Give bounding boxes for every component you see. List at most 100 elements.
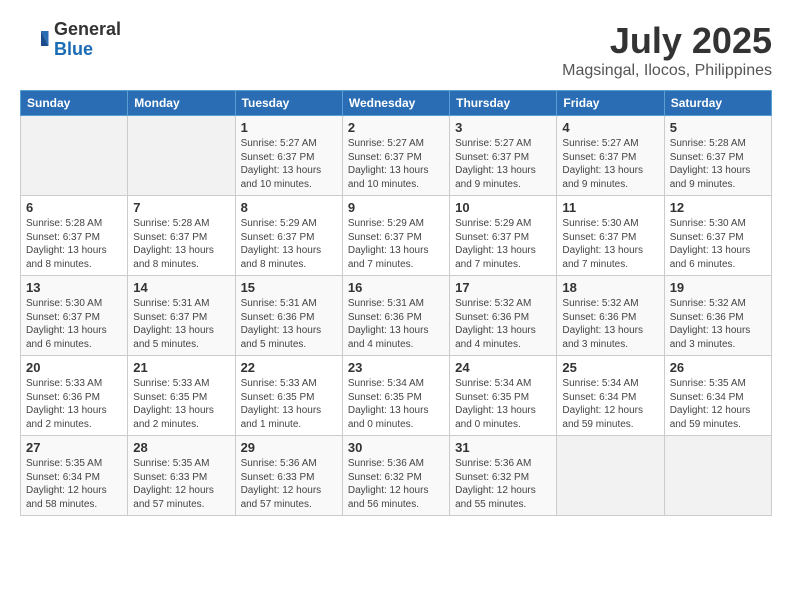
calendar-day-cell: 29 Sunrise: 5:36 AM Sunset: 6:33 PM Dayli… <box>235 436 342 516</box>
day-number: 9 <box>348 200 444 215</box>
day-number: 6 <box>26 200 122 215</box>
day-number: 11 <box>562 200 658 215</box>
calendar-day-cell: 25Sunrise: 5:34 AM Sunset: 6:34 PM Dayli… <box>557 356 664 436</box>
calendar-day-cell: 7 Sunrise: 5:28 AM Sunset: 6:37 PM Daylig… <box>128 196 235 276</box>
calendar-day-cell: 18 Sunrise: 5:32 AM Sunset: 6:36 PM Dayli… <box>557 276 664 356</box>
day-number: 31 <box>455 440 551 455</box>
calendar-day-cell: 10 Sunrise: 5:29 AM Sunset: 6:37 PM Dayli… <box>450 196 557 276</box>
day-info: Sunrise: 5:29 AM Sunset: 6:37 PM Dayligh… <box>241 217 337 271</box>
logo-icon <box>20 25 50 55</box>
day-info: Sunrise: 5:31 AM Sunset: 6:37 PM Dayligh… <box>133 297 229 351</box>
day-number: 7 <box>133 200 229 215</box>
day-info: Sunrise: 5:30 AM Sunset: 6:37 PM Dayligh… <box>26 297 122 351</box>
day-info: Sunrise: 5:27 AM Sunset: 6:37 PM Dayligh… <box>348 137 444 191</box>
day-info: Sunrise: 5:35 AM Sunset: 6:34 PM Dayligh… <box>670 377 766 431</box>
day-info: Sunrise: 5:34 AM Sunset: 6:35 PM Dayligh… <box>455 377 551 431</box>
calendar-day-cell: 17Sunrise: 5:32 AM Sunset: 6:36 PM Dayli… <box>450 276 557 356</box>
page-header: General Blue July 2025 Magsingal, Ilocos… <box>20 20 772 80</box>
day-info: Sunrise: 5:27 AM Sunset: 6:37 PM Dayligh… <box>562 137 658 191</box>
day-info: Sunrise: 5:33 AM Sunset: 6:36 PM Dayligh… <box>26 377 122 431</box>
day-info: Sunrise: 5:28 AM Sunset: 6:37 PM Dayligh… <box>670 137 766 191</box>
calendar-day-cell: 3 Sunrise: 5:27 AM Sunset: 6:37 PM Daylig… <box>450 116 557 196</box>
day-number: 19 <box>670 280 766 295</box>
calendar-day-cell: 22Sunrise: 5:33 AM Sunset: 6:35 PM Dayli… <box>235 356 342 436</box>
day-number: 4 <box>562 120 658 135</box>
logo: General Blue <box>20 20 121 60</box>
day-info: Sunrise: 5:32 AM Sunset: 6:36 PM Dayligh… <box>670 297 766 351</box>
day-info: Sunrise: 5:34 AM Sunset: 6:34 PM Dayligh… <box>562 377 658 431</box>
day-info: Sunrise: 5:29 AM Sunset: 6:37 PM Dayligh… <box>348 217 444 271</box>
day-info: Sunrise: 5:30 AM Sunset: 6:37 PM Dayligh… <box>562 217 658 271</box>
day-info: Sunrise: 5:28 AM Sunset: 6:37 PM Dayligh… <box>133 217 229 271</box>
day-number: 18 <box>562 280 658 295</box>
day-number: 23 <box>348 360 444 375</box>
calendar-day-cell: 28 Sunrise: 5:35 AM Sunset: 6:33 PM Dayli… <box>128 436 235 516</box>
calendar-day-cell: 16Sunrise: 5:31 AM Sunset: 6:36 PM Dayli… <box>342 276 449 356</box>
location: Magsingal, Ilocos, Philippines <box>562 62 772 80</box>
day-number: 28 <box>133 440 229 455</box>
day-info: Sunrise: 5:29 AM Sunset: 6:37 PM Dayligh… <box>455 217 551 271</box>
calendar-day-cell <box>21 116 128 196</box>
calendar-day-cell: 27Sunrise: 5:35 AM Sunset: 6:34 PM Dayli… <box>21 436 128 516</box>
day-number: 20 <box>26 360 122 375</box>
calendar-day-cell: 31 Sunrise: 5:36 AM Sunset: 6:32 PM Dayli… <box>450 436 557 516</box>
logo-general: General <box>54 19 121 39</box>
day-info: Sunrise: 5:28 AM Sunset: 6:37 PM Dayligh… <box>26 217 122 271</box>
calendar-day-cell: 24 Sunrise: 5:34 AM Sunset: 6:35 PM Dayli… <box>450 356 557 436</box>
calendar-week-row: 13 Sunrise: 5:30 AM Sunset: 6:37 PM Dayli… <box>21 276 772 356</box>
day-info: Sunrise: 5:36 AM Sunset: 6:32 PM Dayligh… <box>455 457 551 511</box>
calendar-day-cell <box>664 436 771 516</box>
calendar-day-cell: 30Sunrise: 5:36 AM Sunset: 6:32 PM Dayli… <box>342 436 449 516</box>
day-number: 12 <box>670 200 766 215</box>
day-info: Sunrise: 5:32 AM Sunset: 6:36 PM Dayligh… <box>562 297 658 351</box>
weekday-header: Thursday <box>450 91 557 116</box>
day-number: 22 <box>241 360 337 375</box>
weekday-header: Wednesday <box>342 91 449 116</box>
calendar-day-cell: 26 Sunrise: 5:35 AM Sunset: 6:34 PM Dayli… <box>664 356 771 436</box>
calendar-day-cell: 5 Sunrise: 5:28 AM Sunset: 6:37 PM Daylig… <box>664 116 771 196</box>
calendar-week-row: 20 Sunrise: 5:33 AM Sunset: 6:36 PM Dayli… <box>21 356 772 436</box>
day-number: 21 <box>133 360 229 375</box>
calendar-week-row: 1 Sunrise: 5:27 AM Sunset: 6:37 PM Daylig… <box>21 116 772 196</box>
calendar-day-cell: 15 Sunrise: 5:31 AM Sunset: 6:36 PM Dayli… <box>235 276 342 356</box>
day-number: 26 <box>670 360 766 375</box>
weekday-header: Sunday <box>21 91 128 116</box>
weekday-header: Monday <box>128 91 235 116</box>
day-number: 1 <box>241 120 337 135</box>
day-info: Sunrise: 5:31 AM Sunset: 6:36 PM Dayligh… <box>241 297 337 351</box>
day-number: 15 <box>241 280 337 295</box>
calendar-body: 1 Sunrise: 5:27 AM Sunset: 6:37 PM Daylig… <box>21 116 772 516</box>
calendar-day-cell: 2Sunrise: 5:27 AM Sunset: 6:37 PM Daylig… <box>342 116 449 196</box>
day-info: Sunrise: 5:31 AM Sunset: 6:36 PM Dayligh… <box>348 297 444 351</box>
day-number: 24 <box>455 360 551 375</box>
day-info: Sunrise: 5:35 AM Sunset: 6:33 PM Dayligh… <box>133 457 229 511</box>
calendar-day-cell: 8 Sunrise: 5:29 AM Sunset: 6:37 PM Daylig… <box>235 196 342 276</box>
day-number: 3 <box>455 120 551 135</box>
day-info: Sunrise: 5:34 AM Sunset: 6:35 PM Dayligh… <box>348 377 444 431</box>
calendar-day-cell: 9 Sunrise: 5:29 AM Sunset: 6:37 PM Daylig… <box>342 196 449 276</box>
calendar-day-cell: 1 Sunrise: 5:27 AM Sunset: 6:37 PM Daylig… <box>235 116 342 196</box>
day-info: Sunrise: 5:36 AM Sunset: 6:33 PM Dayligh… <box>241 457 337 511</box>
day-number: 29 <box>241 440 337 455</box>
calendar-day-cell: 14 Sunrise: 5:31 AM Sunset: 6:37 PM Dayli… <box>128 276 235 356</box>
day-info: Sunrise: 5:27 AM Sunset: 6:37 PM Dayligh… <box>455 137 551 191</box>
calendar-week-row: 27Sunrise: 5:35 AM Sunset: 6:34 PM Dayli… <box>21 436 772 516</box>
calendar-day-cell: 12 Sunrise: 5:30 AM Sunset: 6:37 PM Dayli… <box>664 196 771 276</box>
day-number: 13 <box>26 280 122 295</box>
day-number: 5 <box>670 120 766 135</box>
day-info: Sunrise: 5:33 AM Sunset: 6:35 PM Dayligh… <box>133 377 229 431</box>
calendar-week-row: 6 Sunrise: 5:28 AM Sunset: 6:37 PM Daylig… <box>21 196 772 276</box>
day-number: 30 <box>348 440 444 455</box>
calendar-day-cell: 6 Sunrise: 5:28 AM Sunset: 6:37 PM Daylig… <box>21 196 128 276</box>
day-info: Sunrise: 5:30 AM Sunset: 6:37 PM Dayligh… <box>670 217 766 271</box>
day-number: 14 <box>133 280 229 295</box>
day-info: Sunrise: 5:27 AM Sunset: 6:37 PM Dayligh… <box>241 137 337 191</box>
month-title: July 2025 <box>562 20 772 62</box>
calendar-day-cell: 13 Sunrise: 5:30 AM Sunset: 6:37 PM Dayli… <box>21 276 128 356</box>
calendar-day-cell: 11 Sunrise: 5:30 AM Sunset: 6:37 PM Dayli… <box>557 196 664 276</box>
calendar-header: SundayMondayTuesdayWednesdayThursdayFrid… <box>21 91 772 116</box>
title-block: July 2025 Magsingal, Ilocos, Philippines <box>562 20 772 80</box>
day-number: 10 <box>455 200 551 215</box>
calendar-day-cell: 20 Sunrise: 5:33 AM Sunset: 6:36 PM Dayli… <box>21 356 128 436</box>
day-number: 8 <box>241 200 337 215</box>
